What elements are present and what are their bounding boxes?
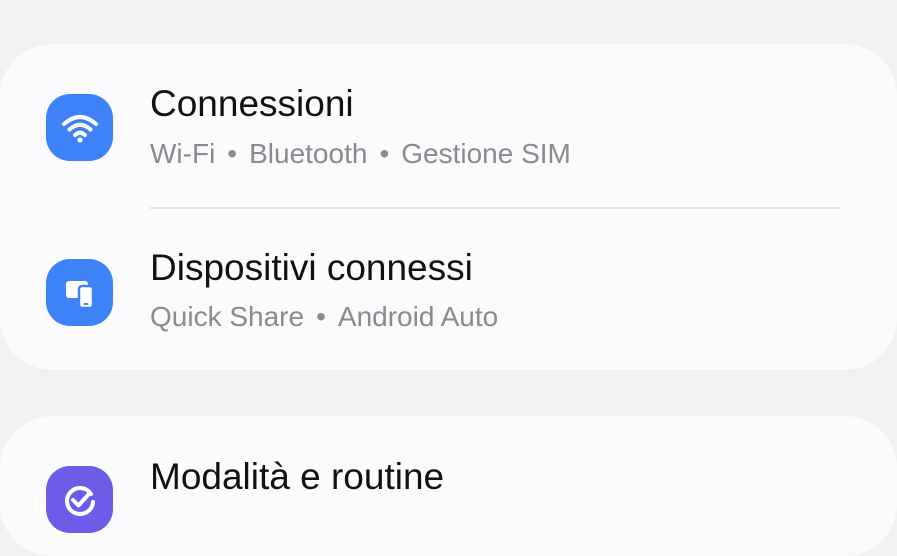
settings-group-modes: Modalità e routine [0, 416, 897, 556]
subtitle-separator: • [227, 138, 238, 169]
subtitle-part: Android Auto [337, 301, 499, 332]
settings-item-connessioni[interactable]: Connessioni Wi-Fi • Bluetooth • Gestione SIM [0, 44, 897, 208]
settings-item-modalita-routine[interactable]: Modalità e routine [0, 416, 897, 556]
settings-item-dispositivi-connessi[interactable]: Dispositivi connessi Quick Share • Android… [0, 209, 897, 370]
connessioni-title: Connessioni [150, 83, 354, 124]
dispositivi-connessi-subtitle: Quick Share • Android Auto [150, 300, 498, 334]
wifi-icon [46, 94, 113, 161]
subtitle-part: Bluetooth [249, 138, 368, 169]
subtitle-separator: • [379, 138, 390, 169]
subtitle-separator: • [316, 301, 326, 332]
settings-group-connections: Connessioni Wi-Fi • Bluetooth • Gestione SIM… [0, 44, 897, 370]
subtitle-part: Wi-Fi [150, 138, 216, 169]
subtitle-part: Quick Share [150, 301, 305, 332]
dispositivi-connessi-title: Dispositivi connessi [150, 247, 473, 288]
subtitle-part: Gestione SIM [401, 138, 571, 169]
connected-devices-icon [46, 259, 113, 326]
modes-routines-icon [46, 466, 113, 533]
connessioni-subtitle: Wi-Fi • Bluetooth • Gestione SIM [150, 137, 571, 171]
modalita-routine-title: Modalità e routine [150, 456, 445, 497]
